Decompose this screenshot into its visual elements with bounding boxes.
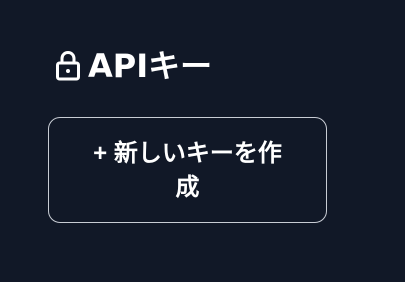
page-header: APIキー (54, 29, 212, 104)
api-keys-panel: APIキー + 新しいキーを作成 (0, 0, 405, 282)
create-key-button[interactable]: + 新しいキーを作成 (48, 117, 327, 223)
create-key-button-label: + 新しいキーを作成 (93, 140, 282, 201)
page-title: APIキー (88, 47, 213, 86)
lock-icon (56, 51, 80, 81)
